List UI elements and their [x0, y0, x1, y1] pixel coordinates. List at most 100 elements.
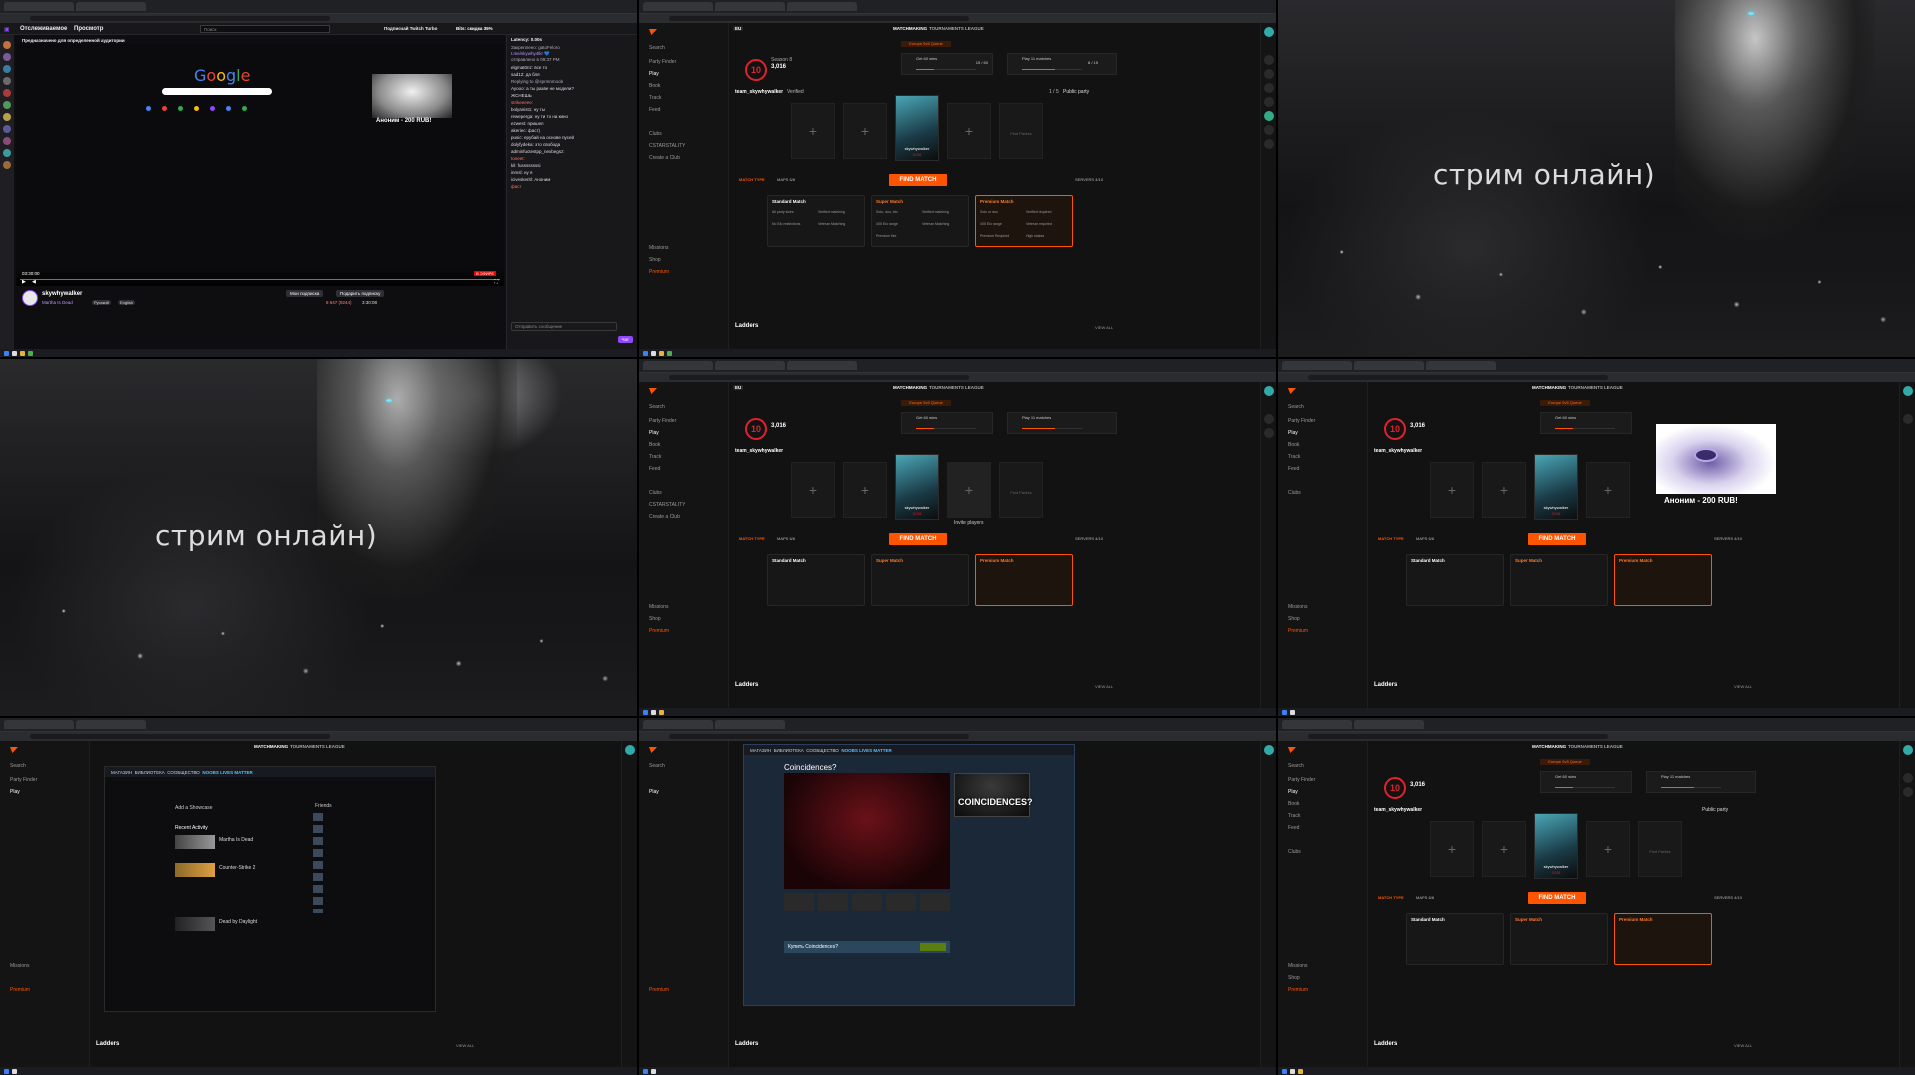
sidebar-item-premium[interactable]: Premium: [1288, 987, 1308, 993]
sidebar-item-book[interactable]: Book: [649, 442, 660, 448]
maps-selector[interactable]: MAPS 6/8: [1416, 895, 1434, 900]
sidebar-item-book[interactable]: Book: [649, 83, 660, 89]
sidebar-item-feed[interactable]: Feed: [1288, 825, 1299, 831]
tab-league[interactable]: LEAGUE: [965, 385, 984, 390]
twitch-logo-icon[interactable]: ▣: [4, 26, 10, 33]
faceit-logo-icon[interactable]: [1288, 747, 1296, 753]
steam-tab-community[interactable]: СООБЩЕСТВО: [806, 748, 839, 753]
tab-browse[interactable]: Просмотр: [74, 26, 103, 32]
invite-slot[interactable]: +: [843, 103, 887, 159]
view-all-link[interactable]: VIEW ALL: [456, 1043, 474, 1048]
video-player[interactable]: Google Аноним - 200 RUB! 03:30:00 В ЭФИР…: [16, 44, 504, 286]
steam-tab-library[interactable]: БИБЛИОТЕКА: [774, 748, 804, 753]
sidebar-item-missions[interactable]: Missions: [649, 245, 668, 251]
find-parties-slot[interactable]: Find Parties: [999, 462, 1043, 518]
screenshot-strip[interactable]: [784, 893, 950, 911]
browser-tab[interactable]: [4, 720, 74, 729]
find-parties-slot[interactable]: Find Parties: [999, 103, 1043, 159]
steam-tab-profile[interactable]: NOOBS LIVES MATTER: [841, 748, 891, 753]
tab-matchmaking[interactable]: MATCHMAKING: [893, 26, 927, 31]
sidebar-item-track[interactable]: Track: [649, 454, 661, 460]
public-party-toggle[interactable]: Public party: [1063, 89, 1089, 96]
browser-tab[interactable]: [643, 720, 713, 729]
sidebar-item-track[interactable]: Track: [649, 95, 661, 101]
maps-selector[interactable]: MAPS 6/8: [777, 177, 795, 182]
sidebar-item-play[interactable]: Play: [649, 430, 659, 436]
sidebar-item-party-finder[interactable]: Party Finder: [10, 777, 37, 783]
match-type-label[interactable]: MATCH TYPE: [739, 177, 765, 182]
tab-league[interactable]: LEAGUE: [1604, 385, 1623, 390]
sidebar-item-clubs[interactable]: Clubs: [1288, 490, 1301, 496]
search-icon[interactable]: [12, 351, 17, 356]
sidebar-item-play[interactable]: Play: [649, 71, 659, 77]
tab-league[interactable]: LEAGUE: [1604, 744, 1623, 749]
game-name[interactable]: Martha Is Dead: [42, 300, 73, 305]
browser-tab[interactable]: [4, 2, 74, 11]
avatar[interactable]: [3, 113, 11, 121]
region-selector[interactable]: EU: [733, 385, 744, 390]
sidebar-item-search[interactable]: Search: [10, 763, 26, 769]
sidebar-item-shop[interactable]: Shop: [1288, 616, 1300, 622]
faceit-logo-icon[interactable]: [10, 747, 18, 753]
address-bar[interactable]: [1278, 373, 1915, 382]
servers-selector[interactable]: SERVERS 4/10: [1714, 536, 1742, 541]
invite-slot[interactable]: +: [1430, 821, 1474, 877]
sidebar-item-play[interactable]: Play: [10, 789, 20, 795]
address-bar[interactable]: [0, 732, 637, 741]
team-name[interactable]: team_skywhywalker: [735, 448, 783, 455]
game-thumbnail[interactable]: [175, 917, 215, 931]
sidebar-item-shop[interactable]: Shop: [649, 257, 661, 263]
recent-game[interactable]: Dead by Daylight: [219, 919, 257, 926]
match-card-premium[interactable]: Premium Match Solo or duo Verified requi…: [975, 195, 1073, 247]
match-card-standard[interactable]: Standard Match: [767, 554, 865, 606]
match-card-premium[interactable]: Premium Match: [975, 554, 1073, 606]
sidebar-item-club[interactable]: CSTARSTALITY: [649, 502, 686, 508]
search-input[interactable]: Поиск: [200, 25, 330, 33]
browser-tab[interactable]: [787, 2, 857, 11]
game-thumbnail[interactable]: [175, 835, 215, 849]
sidebar-item-clubs[interactable]: Clubs: [649, 131, 662, 137]
sidebar-item-feed[interactable]: Feed: [1288, 466, 1299, 472]
sidebar-item-premium[interactable]: Premium: [1288, 628, 1308, 634]
sidebar-item-track[interactable]: Track: [1288, 454, 1300, 460]
faceit-logo-icon[interactable]: [649, 747, 657, 753]
folder-icon[interactable]: [20, 351, 25, 356]
faceit-logo-icon[interactable]: [649, 29, 657, 35]
sidebar-item-missions[interactable]: Missions: [1288, 604, 1307, 610]
find-match-button[interactable]: FIND MATCH: [1528, 892, 1586, 904]
gift-sub-button[interactable]: Подарить подписку: [336, 290, 385, 297]
volume-icon[interactable]: ◀: [32, 279, 36, 285]
match-type-label[interactable]: MATCH TYPE: [1378, 536, 1404, 541]
view-all-link[interactable]: VIEW ALL: [1734, 1043, 1752, 1048]
browser-tab[interactable]: [787, 361, 857, 370]
browser-tab[interactable]: [715, 361, 785, 370]
sidebar-item-party-finder[interactable]: Party Finder: [1288, 777, 1315, 783]
match-card-standard[interactable]: Standard Match: [1406, 913, 1504, 965]
invite-slot[interactable]: +: [791, 103, 835, 159]
browser-tab[interactable]: [1354, 720, 1424, 729]
view-all-link[interactable]: VIEW ALL: [1095, 325, 1113, 330]
sidebar-item-club[interactable]: CSTARSTALITY: [649, 143, 686, 149]
mission-card[interactable]: Get 60 wins 15 / 60: [901, 53, 993, 75]
steam-tab-profile[interactable]: NOOBS LIVES MATTER: [202, 770, 252, 775]
avatar[interactable]: [3, 65, 11, 73]
match-card-premium[interactable]: Premium Match: [1614, 913, 1712, 965]
player-card[interactable]: skywhywalker 3,016: [895, 454, 939, 520]
sidebar-item-search[interactable]: Search: [649, 45, 665, 51]
tab-matchmaking[interactable]: MATCHMAKING: [893, 385, 927, 390]
avatar[interactable]: [3, 101, 11, 109]
invite-slot[interactable]: +: [1482, 821, 1526, 877]
sidebar-item-premium[interactable]: Premium: [649, 987, 669, 993]
servers-selector[interactable]: SERVERS 4/10: [1075, 177, 1103, 182]
sidebar-item-feed[interactable]: Feed: [649, 107, 660, 113]
avatar[interactable]: [3, 89, 11, 97]
sidebar-item-missions[interactable]: Missions: [10, 963, 29, 969]
match-card-premium[interactable]: Premium Match: [1614, 554, 1712, 606]
servers-selector[interactable]: SERVERS 4/10: [1075, 536, 1103, 541]
tag[interactable]: English: [118, 300, 136, 305]
avatar[interactable]: [22, 290, 38, 306]
match-type-label[interactable]: MATCH TYPE: [739, 536, 765, 541]
sidebar-item-clubs[interactable]: Clubs: [649, 490, 662, 496]
sidebar-item-premium[interactable]: Premium: [649, 628, 669, 634]
tab-league[interactable]: LEAGUE: [965, 26, 984, 31]
